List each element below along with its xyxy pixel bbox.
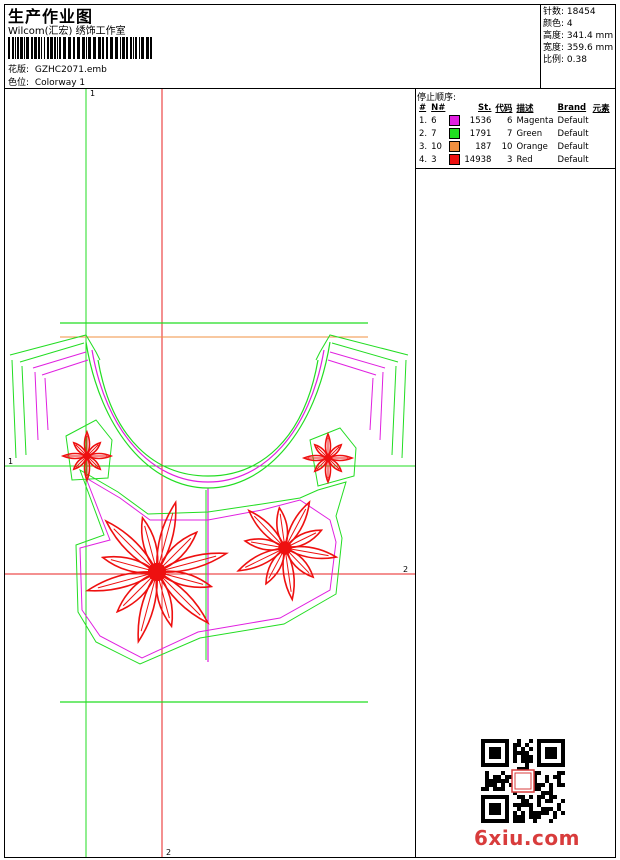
row-stitches: 1536 — [469, 115, 492, 126]
row-index: 1. — [419, 115, 428, 126]
spec-label: 高度 — [543, 31, 562, 41]
row-desc: Green — [516, 128, 543, 139]
row-desc: Magenta — [516, 115, 554, 126]
qr-code — [481, 739, 565, 823]
col-swatch — [447, 101, 462, 114]
guide-label-v1: 1 — [90, 89, 95, 98]
spec-value: 341.4 mm — [566, 31, 614, 41]
spec-divider — [540, 4, 541, 88]
flower-center — [324, 454, 332, 462]
spec-value: 0.38 — [566, 55, 587, 65]
row-brand: Default — [557, 115, 589, 126]
design-file-row: 花版: GZHC2071.emb — [8, 62, 107, 75]
col-needle: N# — [431, 102, 446, 113]
colorway-value: Colorway 1 — [34, 78, 86, 88]
row-swatch — [447, 114, 462, 127]
colorway-label: 色位: — [8, 78, 30, 88]
watermark: 6xiu.com — [474, 826, 580, 850]
spec-label: 颜色 — [543, 19, 562, 29]
table-row: 4. 3 14938 3 Red Default — [417, 153, 612, 166]
color-swatch — [449, 128, 461, 139]
row-index: 2. — [419, 128, 428, 139]
spec-value: 359.6 mm — [566, 43, 614, 53]
row-needle: 10 — [431, 141, 442, 152]
stop-sequence-table: # N# St. 代码 描述 Brand 元素 1. 6 1536 6 Mage… — [417, 101, 612, 166]
design-divider — [415, 88, 416, 858]
guide-label-v2: 2 — [166, 848, 171, 857]
col-code: 代码 — [495, 103, 513, 114]
row-needle: 7 — [431, 128, 437, 139]
row-stitches: 14938 — [464, 154, 492, 165]
spec-label: 针数 — [543, 7, 562, 17]
col-element: 元素 — [592, 103, 610, 114]
row-stitches: 1791 — [469, 128, 492, 139]
spec-stitches: 针数: 18454 — [543, 7, 596, 17]
color-swatch — [449, 154, 461, 165]
col-stitches: St. — [478, 102, 492, 113]
row-brand: Default — [557, 128, 589, 139]
row-desc: Red — [516, 154, 533, 165]
studio-name: Wilcom(汇宏) 绣饰工作室 — [8, 26, 126, 37]
embroidery-design: 1 1 2 2 — [5, 89, 415, 857]
spec-label: 比例 — [543, 55, 562, 65]
row-stitches: 187 — [475, 141, 492, 152]
row-element — [591, 114, 612, 127]
table-row: 2. 7 1791 7 Green Default — [417, 127, 612, 140]
spec-colors: 颜色: 4 — [543, 19, 573, 29]
col-desc: 描述 — [516, 103, 534, 114]
stops-divider — [415, 168, 616, 169]
spec-scale: 比例: 0.38 — [543, 55, 587, 65]
row-desc: Orange — [516, 141, 548, 152]
row-element — [591, 140, 612, 153]
spec-label: 宽度 — [543, 43, 562, 53]
col-index: # — [419, 102, 427, 113]
row-index: 4. — [419, 154, 428, 165]
petal-vein — [113, 528, 158, 573]
spec-value: 4 — [566, 19, 573, 29]
color-swatch — [449, 115, 461, 126]
row-brand: Default — [557, 154, 589, 165]
row-needle: 3 — [431, 154, 437, 165]
guide-label-h2: 2 — [403, 565, 408, 574]
row-element — [591, 153, 612, 166]
row-element — [591, 127, 612, 140]
petal-vein — [156, 571, 201, 616]
flower-center — [278, 541, 292, 555]
guide-label-h1: 1 — [8, 457, 13, 466]
row-code: 3 — [507, 154, 513, 165]
flower-center — [147, 562, 167, 582]
row-code: 7 — [507, 128, 513, 139]
row-swatch — [447, 153, 462, 166]
row-code: 10 — [501, 141, 513, 152]
design-file-value: GZHC2071.emb — [34, 65, 107, 75]
row-swatch — [447, 140, 462, 153]
row-brand: Default — [557, 141, 589, 152]
spec-width: 宽度: 359.6 mm — [543, 43, 614, 53]
col-brand: Brand — [557, 102, 587, 113]
row-swatch — [447, 127, 462, 140]
table-header-row: # N# St. 代码 描述 Brand 元素 — [417, 101, 612, 114]
row-code: 6 — [507, 115, 513, 126]
row-needle: 6 — [431, 115, 437, 126]
table-row: 3. 10 187 10 Orange Default — [417, 140, 612, 153]
barcode — [8, 37, 152, 59]
flower-center — [83, 452, 91, 460]
colorway-row: 色位: Colorway 1 — [8, 75, 85, 88]
color-swatch — [449, 141, 461, 152]
design-file-label: 花版: — [8, 65, 30, 75]
spec-height: 高度: 341.4 mm — [543, 31, 614, 41]
row-index: 3. — [419, 141, 428, 152]
spec-value: 18454 — [566, 7, 596, 17]
table-row: 1. 6 1536 6 Magenta Default — [417, 114, 612, 127]
